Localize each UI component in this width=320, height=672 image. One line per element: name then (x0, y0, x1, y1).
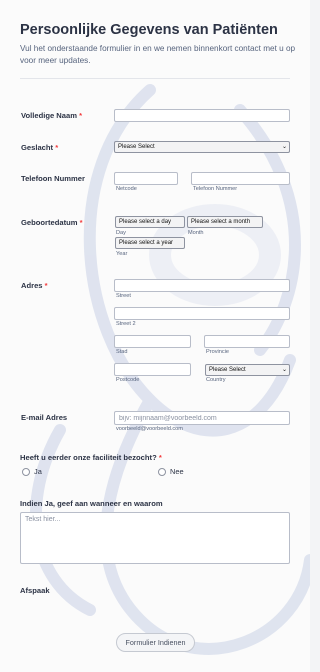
country-select-value: Please Select (209, 367, 246, 373)
birthdate-label: Geboortedatum * (21, 218, 83, 227)
required-mark: * (158, 453, 162, 462)
province-input[interactable] (204, 335, 290, 348)
radio-no-label: Nee (170, 467, 184, 476)
appointment-label: Afspaak (20, 586, 50, 595)
details-textarea[interactable]: Tekst hier... (20, 512, 290, 564)
year-sublabel: Year (116, 251, 128, 257)
header-divider (20, 78, 290, 79)
day-sublabel: Day (116, 230, 126, 236)
required-mark: * (79, 111, 83, 120)
required-mark: * (55, 143, 59, 152)
email-label: E-mail Adres (21, 413, 68, 422)
email-input[interactable] (114, 411, 290, 425)
city-sublabel: Stad (116, 349, 128, 355)
radio-yes[interactable] (22, 468, 30, 476)
visited-label-text: Heeft u eerder onze faciliteit bezocht? (20, 453, 157, 462)
birth-month-select[interactable]: Please select a month (187, 216, 263, 228)
city-input[interactable] (114, 335, 191, 348)
country-sublabel: Country (206, 377, 226, 383)
required-mark: * (44, 281, 48, 290)
full-name-label: Volledige Naam * (21, 111, 82, 120)
form-page: Persoonlijke Gegevens van Patiënten Vul … (0, 0, 310, 672)
radio-yes-label: Ja (34, 467, 42, 476)
email-sublabel: voorbeeld@voorbeeld.com (116, 426, 183, 432)
details-placeholder: Tekst hier... (25, 516, 61, 523)
birth-day-select[interactable]: Please select a day (115, 216, 185, 228)
submit-button[interactable]: Formulier Indienen (116, 633, 195, 652)
full-name-label-text: Volledige Naam (21, 111, 77, 120)
form-title: Persoonlijke Gegevens van Patiënten (20, 22, 278, 38)
phone-label: Telefoon Nummer (21, 174, 85, 183)
month-sublabel: Month (188, 230, 204, 236)
chevron-down-icon: ⌄ (281, 367, 287, 373)
country-select[interactable]: Please Select ⌄ (205, 364, 290, 376)
birth-day-value: Please select a day (119, 219, 172, 225)
province-sublabel: Provincie (206, 349, 230, 355)
birth-year-select[interactable]: Please select a year (115, 237, 185, 249)
birth-year-value: Please select a year (119, 240, 174, 246)
postcode-sublabel: Postcode (116, 377, 140, 383)
address-label: Adres * (21, 281, 48, 290)
birthdate-label-text: Geboortedatum (21, 218, 78, 227)
birth-month-value: Please select a month (191, 219, 251, 225)
areacode-input[interactable] (114, 172, 178, 185)
postcode-input[interactable] (114, 363, 191, 376)
gender-label: Geslacht * (21, 143, 58, 152)
radio-no[interactable] (158, 468, 166, 476)
street-sublabel: Street (116, 293, 131, 299)
patient-form: Persoonlijke Gegevens van Patiënten Vul … (0, 0, 310, 672)
chevron-down-icon: ⌄ (281, 144, 287, 150)
gender-label-text: Geslacht (21, 143, 54, 152)
phone-number-sublabel: Telefoon Nummer (193, 186, 238, 192)
visited-label: Heeft u eerder onze faciliteit bezocht? … (20, 453, 162, 462)
gender-select-value: Please Select (118, 144, 155, 150)
required-mark: * (79, 218, 83, 227)
gender-select[interactable]: Please Select ⌄ (114, 141, 290, 153)
full-name-input[interactable] (114, 109, 290, 122)
form-subtitle: Vul het onderstaande formulier in en we … (20, 44, 296, 65)
areacode-sublabel: Netcode (116, 186, 137, 192)
street-input[interactable] (114, 279, 290, 292)
address-label-text: Adres (21, 281, 43, 290)
phone-number-input[interactable] (191, 172, 290, 185)
details-label: Indien Ja, geef aan wanneer en waarom (20, 499, 163, 508)
street2-sublabel: Street 2 (116, 321, 136, 327)
street2-input[interactable] (114, 307, 290, 320)
